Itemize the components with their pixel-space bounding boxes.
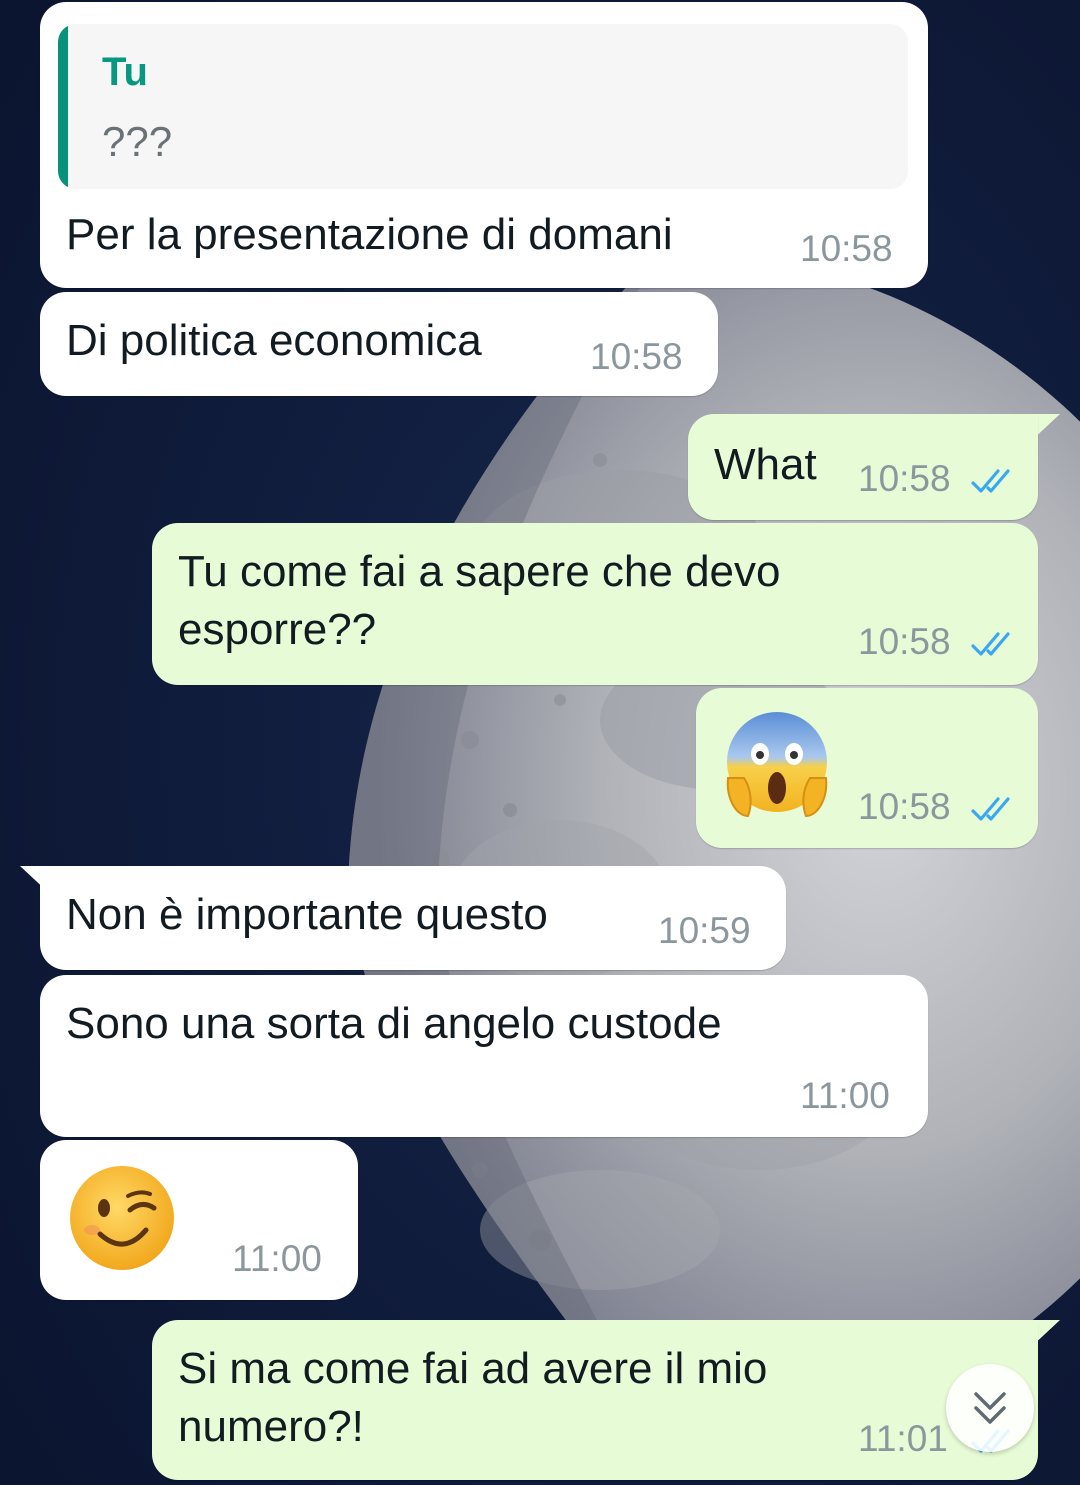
quoted-message[interactable]: Tu ??? xyxy=(58,24,908,189)
message-text: Sono una sorta di angelo custode xyxy=(66,999,722,1048)
message-text-line-2: esporre?? xyxy=(178,605,377,654)
message-time: 11:00 xyxy=(232,1238,322,1279)
quote-accent-bar xyxy=(58,24,68,189)
message-text: Per la presentazione di domani xyxy=(66,210,673,259)
quote-author: Tu xyxy=(102,50,148,94)
message-time: 11:00 xyxy=(800,1075,890,1116)
message-bubble-incoming[interactable]: 11:00 xyxy=(40,1140,358,1300)
message-text: What xyxy=(714,440,817,489)
message-time: 10:59 xyxy=(658,910,751,951)
double-chevron-down-icon xyxy=(974,1392,1006,1424)
message-text-line-1: Si ma come fai ad avere il mio xyxy=(178,1344,768,1393)
quote-text: ??? xyxy=(102,118,173,165)
winking-face-emoji-icon xyxy=(70,1166,174,1270)
message-time: 11:01 xyxy=(858,1418,948,1459)
message-bubble-incoming[interactable]: Sono una sorta di angelo custode 11:00 xyxy=(40,975,928,1137)
message-text-line-1: Tu come fai a sapere che devo xyxy=(178,547,781,596)
message-time: 10:58 xyxy=(590,336,683,377)
message-text-line-2: numero?! xyxy=(178,1402,364,1451)
message-bubble-incoming[interactable]: Non è importante questo 10:59 xyxy=(40,866,786,970)
message-bubble-incoming[interactable]: Di politica economica 10:58 xyxy=(40,292,718,396)
message-text: Non è importante questo xyxy=(66,890,548,939)
message-bubble-outgoing[interactable]: Tu come fai a sapere che devo esporre?? … xyxy=(152,523,1038,685)
message-bubble-incoming[interactable]: Tu ??? Per la presentazione di domani 10… xyxy=(40,2,928,288)
message-bubble-outgoing[interactable]: Si ma come fai ad avere il mio numero?! … xyxy=(152,1320,1038,1480)
message-time: 10:58 xyxy=(858,458,951,499)
message-bubble-outgoing[interactable]: 10:58 xyxy=(696,688,1038,848)
message-text: Di politica economica xyxy=(66,316,482,365)
read-receipt-icon xyxy=(971,797,1010,821)
message-time: 10:58 xyxy=(858,786,951,827)
read-receipt-icon xyxy=(971,469,1010,493)
scroll-to-bottom-button[interactable] xyxy=(946,1364,1034,1452)
message-bubble-outgoing[interactable]: What 10:58 xyxy=(688,414,1038,520)
face-screaming-in-fear-emoji-icon xyxy=(726,712,828,818)
message-time: 10:58 xyxy=(858,621,951,662)
message-time: 10:58 xyxy=(800,228,893,269)
read-receipt-icon xyxy=(971,632,1010,656)
